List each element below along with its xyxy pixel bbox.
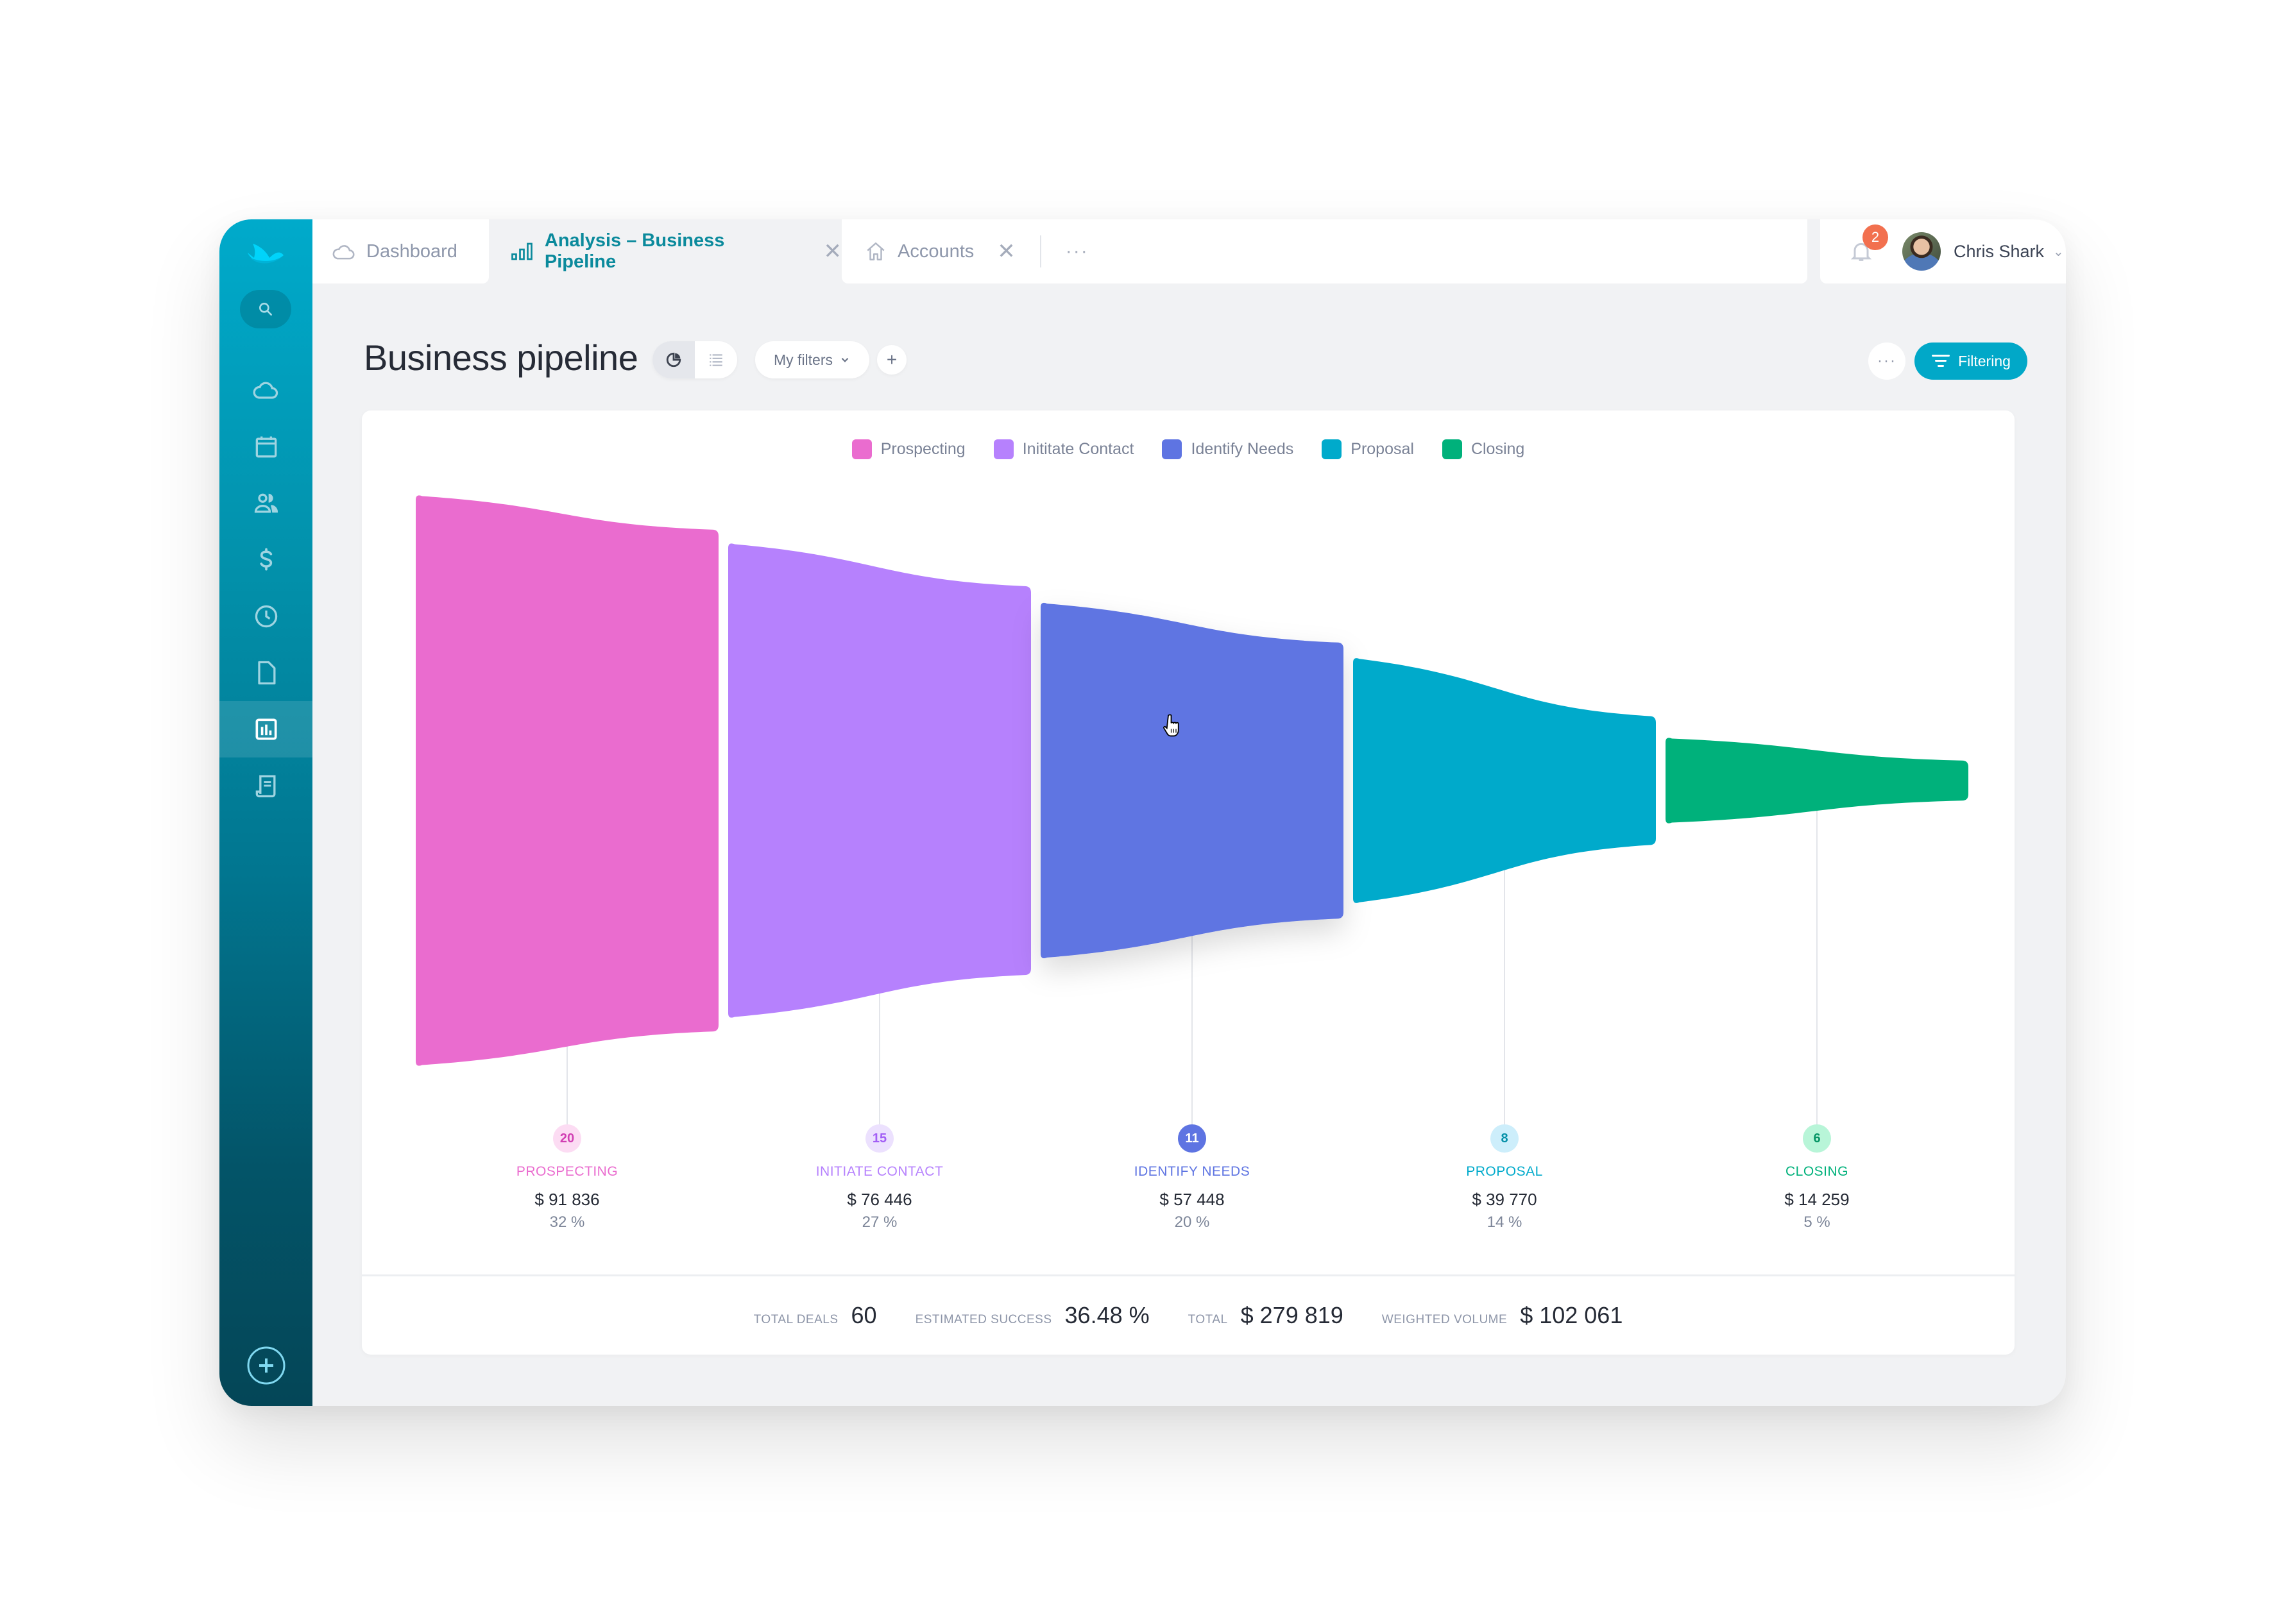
- deal-count-badge: 8: [1490, 1124, 1519, 1153]
- stage-name: IDENTIFY NEEDS: [1134, 1164, 1250, 1179]
- deal-count-badge: 6: [1803, 1124, 1831, 1153]
- funnel-segment-closing[interactable]: [1666, 738, 1968, 824]
- weighted-volume: WEIGHTED VOLUME $ 102 061: [1382, 1302, 1623, 1329]
- total-value: $ 279 819: [1240, 1302, 1343, 1328]
- deal-count-badge: 20: [553, 1124, 581, 1153]
- stage-percent: 20 %: [1174, 1214, 1210, 1231]
- total-value: 36.48 %: [1064, 1302, 1150, 1328]
- stage-label: 8 PROPOSAL $ 39 770 14 %: [1408, 1124, 1601, 1231]
- stage-name: PROPOSAL: [1466, 1164, 1543, 1179]
- stage-name: CLOSING: [1785, 1164, 1849, 1179]
- funnel-segment-identify-needs[interactable]: [1041, 602, 1343, 959]
- estimated-success: ESTIMATED SUCCESS 36.48 %: [916, 1302, 1150, 1329]
- total-value: 60: [851, 1302, 877, 1328]
- stage-amount: $ 14 259: [1784, 1190, 1850, 1209]
- stage-amount: $ 76 446: [847, 1190, 912, 1209]
- funnel-segment-prospecting[interactable]: [416, 495, 719, 1066]
- stage-label: 11 IDENTIFY NEEDS $ 57 448 20 %: [1096, 1124, 1288, 1231]
- total-label: TOTAL DEALS: [753, 1313, 839, 1326]
- totals-bar: TOTAL DEALS 60 ESTIMATED SUCCESS 36.48 % T…: [362, 1276, 2015, 1355]
- total-label: TOTAL: [1188, 1313, 1228, 1326]
- funnel-segment-proposal[interactable]: [1353, 658, 1656, 903]
- total-label: ESTIMATED SUCCESS: [915, 1313, 1052, 1326]
- stage-label: 15 INITIATE CONTACT $ 76 446 27 %: [783, 1124, 976, 1231]
- stage-amount: $ 57 448: [1159, 1190, 1225, 1209]
- pipeline-chart-card: Prospecting Inititate Contact Identify N…: [362, 410, 2015, 1355]
- stage-percent: 5 %: [1803, 1214, 1830, 1231]
- stage-label: 6 CLOSING $ 14 259 5 %: [1721, 1124, 1913, 1231]
- total-label: WEIGHTED VOLUME: [1381, 1313, 1508, 1326]
- stage-name: INITIATE CONTACT: [815, 1164, 944, 1179]
- stage-name: PROSPECTING: [516, 1164, 618, 1179]
- stage-amount: $ 39 770: [1472, 1190, 1537, 1209]
- funnel-segment-initiate-contact[interactable]: [728, 543, 1031, 1018]
- app-window: Dashboard Analysis – Business Pipeline ✕…: [219, 219, 2066, 1406]
- total-deals: TOTAL DEALS 60: [754, 1302, 877, 1329]
- stage-percent: 14 %: [1487, 1214, 1522, 1231]
- stage-amount: $ 91 836: [534, 1190, 600, 1209]
- total-value: $ 102 061: [1520, 1302, 1623, 1328]
- deal-count-badge: 15: [865, 1124, 894, 1153]
- stage-percent: 27 %: [862, 1214, 898, 1231]
- hand-cursor-icon: [1163, 714, 1179, 737]
- stage-label: 20 PROSPECTING $ 91 836 32 %: [471, 1124, 663, 1231]
- stage-percent: 32 %: [549, 1214, 585, 1231]
- deal-count-badge: 11: [1178, 1124, 1206, 1153]
- total-amount: TOTAL $ 279 819: [1188, 1302, 1343, 1329]
